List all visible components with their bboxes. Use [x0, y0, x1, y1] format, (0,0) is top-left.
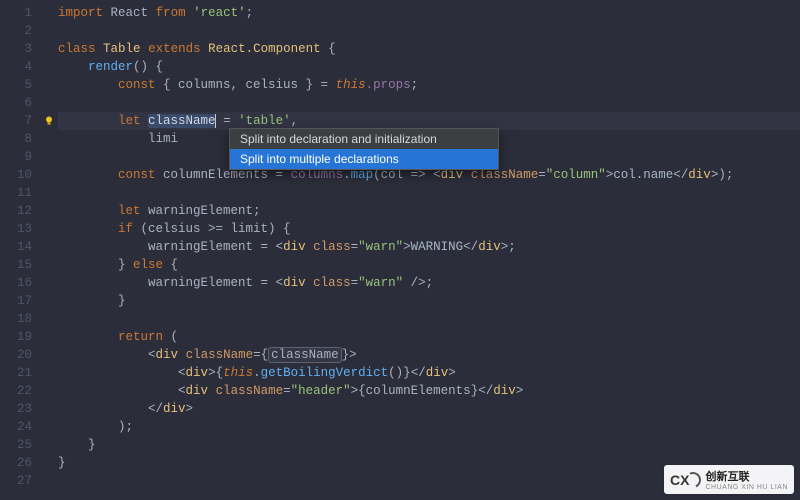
line-number: 16 [0, 274, 32, 292]
line-number: 24 [0, 418, 32, 436]
intention-actions-popup[interactable]: Split into declaration and initializatio… [229, 128, 499, 170]
line-number: 26 [0, 454, 32, 472]
line-number: 6 [0, 94, 32, 112]
line-number: 2 [0, 22, 32, 40]
line-number: 20 [0, 346, 32, 364]
line-number: 10 [0, 166, 32, 184]
line-number: 18 [0, 310, 32, 328]
line-number-gutter: 1 2 3 4 5 6 7 8 9 10 11 12 13 14 15 16 1… [0, 0, 40, 500]
intention-item-split-decl-init[interactable]: Split into declaration and initializatio… [230, 129, 498, 149]
intention-bulb-icon[interactable] [43, 115, 55, 127]
line-number: 21 [0, 364, 32, 382]
intention-item-split-multiple[interactable]: Split into multiple declarations [230, 149, 498, 169]
line-number: 5 [0, 76, 32, 94]
line-number: 7 [0, 112, 32, 130]
line-number: 1 [0, 4, 32, 22]
line-number: 3 [0, 40, 32, 58]
line-number: 25 [0, 436, 32, 454]
line-number: 8 [0, 130, 32, 148]
line-number: 13 [0, 220, 32, 238]
line-number: 27 [0, 472, 32, 490]
code-editor: 1 2 3 4 5 6 7 8 9 10 11 12 13 14 15 16 1… [0, 0, 800, 500]
watermark-text-cn: 创新互联 [705, 468, 788, 484]
code-area[interactable]: import React from 'react'; class Table e… [58, 0, 800, 500]
line-number: 23 [0, 400, 32, 418]
line-number: 22 [0, 382, 32, 400]
line-number: 12 [0, 202, 32, 220]
line-number: 15 [0, 256, 32, 274]
gutter-markers [40, 0, 58, 500]
watermark-badge: CX 创新互联 CHUANG XIN HU LIAN [664, 465, 794, 494]
line-number: 14 [0, 238, 32, 256]
selection: className [148, 114, 216, 128]
line-number: 11 [0, 184, 32, 202]
watermark-text-en: CHUANG XIN HU LIAN [705, 484, 788, 491]
line-number: 17 [0, 292, 32, 310]
watermark-logo-icon: CX [670, 472, 701, 488]
line-number: 4 [0, 58, 32, 76]
line-number: 19 [0, 328, 32, 346]
line-number: 9 [0, 148, 32, 166]
